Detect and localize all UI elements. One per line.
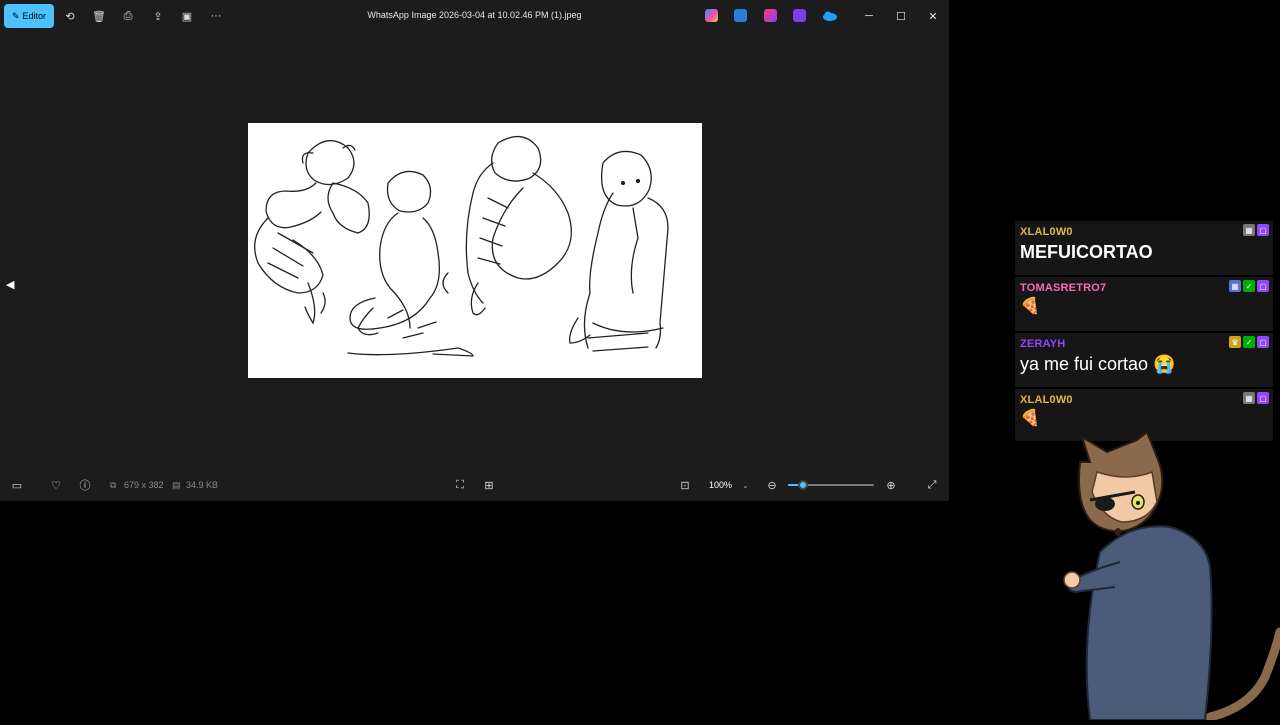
pizza-emote-icon: 🍕 — [1020, 298, 1040, 315]
rotate-icon[interactable]: ⟲ — [62, 8, 78, 24]
window-title: WhatsApp Image 2026-03-04 at 10.02.46 PM… — [367, 10, 582, 20]
maximize-button[interactable]: ☐ — [890, 6, 912, 26]
zoom-out-icon[interactable]: ⊖ — [764, 477, 780, 493]
moderator-badge-icon: ✓ — [1243, 280, 1255, 292]
user-badges: ▦ ▢ — [1243, 224, 1269, 236]
sub-badge-icon: ▦ — [1243, 224, 1255, 236]
close-button[interactable]: ✕ — [922, 6, 944, 26]
chat-message: TOMASRETRO7 ▦ ✓ ▢ 🍕 — [1015, 277, 1273, 331]
sub-badge-icon: ▦ — [1243, 392, 1255, 404]
user-badges: ▦ ▢ — [1243, 392, 1269, 404]
chat-username: XLAL0W0 — [1020, 394, 1073, 406]
onedrive-icon[interactable] — [822, 9, 837, 22]
chat-message-text: ya me fui cortao 😭 — [1020, 354, 1176, 374]
image-dimensions: 679 x 382 — [124, 480, 164, 490]
slideshow-icon[interactable]: ▣ — [179, 8, 195, 24]
file-size: 34.9 KB — [186, 480, 219, 490]
twitch-badge-icon: ▢ — [1257, 280, 1269, 292]
more-options-icon[interactable]: ··· — [208, 8, 224, 24]
moderator-badge-icon: ✓ — [1243, 336, 1255, 348]
zoom-level: 100% — [709, 480, 733, 490]
file-size-icon: ▤ — [172, 480, 181, 490]
chat-username: XLAL0W0 — [1020, 226, 1073, 238]
streamer-avatar — [1060, 430, 1280, 722]
fullscreen-icon[interactable]: ⤢ — [924, 477, 940, 493]
twitch-badge-icon: ▢ — [1257, 336, 1269, 348]
title-bar: ✎ Editor ⟲ 🗑 ⎙ ⇪ ▣ ··· WhatsApp Image 20… — [0, 0, 949, 32]
share-icon[interactable]: ⇪ — [150, 8, 166, 24]
minimize-button[interactable]: ─ — [858, 6, 880, 26]
sub-badge-icon: ▦ — [1229, 280, 1241, 292]
user-badges: ♛ ✓ ▢ — [1229, 336, 1269, 348]
fit-to-window-icon[interactable]: ⛶ — [452, 477, 468, 493]
print-icon[interactable]: ⎙ — [120, 8, 136, 24]
chat-message: ZERAYH ♛ ✓ ▢ ya me fui cortao 😭 — [1015, 333, 1273, 387]
pizza-emote-icon: 🍕 — [1020, 410, 1040, 427]
user-badges: ▦ ✓ ▢ — [1229, 280, 1269, 292]
crop-icon[interactable]: ⊞ — [481, 477, 497, 493]
zoom-level-dropdown[interactable]: 100% ⌄ — [703, 476, 755, 494]
previous-image-arrow[interactable]: ◀ — [6, 278, 16, 294]
chat-message: XLAL0W0 ▦ ▢ MEFUICORTAO — [1015, 221, 1273, 275]
favorite-heart-icon[interactable]: ♡ — [48, 477, 64, 493]
editor-button[interactable]: ✎ Editor — [4, 4, 54, 28]
clipchamp-icon[interactable] — [764, 9, 777, 22]
delete-icon[interactable]: 🗑 — [91, 8, 107, 24]
status-bar: ▭ ♡ ⓘ ⧉ 679 x 382 ▤ 34.9 KB ⛶ ⊞ ⊡ 100% ⌄… — [0, 469, 949, 501]
chat-message-text: MEFUICORTAO — [1020, 242, 1153, 262]
dimensions-icon: ⧉ — [110, 480, 117, 490]
editor-label: Editor — [22, 11, 47, 21]
crown-badge-icon: ♛ — [1229, 336, 1241, 348]
actual-size-icon[interactable]: ⊡ — [677, 477, 693, 493]
chevron-down-icon: ⌄ — [742, 480, 749, 490]
file-info-icon[interactable]: ⓘ — [77, 477, 93, 493]
twitch-badge-icon: ▢ — [1257, 224, 1269, 236]
photo-viewer-window: ✎ Editor ⟲ 🗑 ⎙ ⇪ ▣ ··· WhatsApp Image 20… — [0, 0, 949, 501]
stream-chat-overlay: XLAL0W0 ▦ ▢ MEFUICORTAO TOMASRETRO7 ▦ ✓ … — [1015, 221, 1273, 443]
edit-icon: ✎ — [11, 10, 20, 21]
zoom-in-icon[interactable]: ⊕ — [883, 477, 899, 493]
twitch-badge-icon: ▢ — [1257, 392, 1269, 404]
zoom-slider[interactable] — [788, 480, 874, 490]
filmstrip-icon[interactable]: ▭ — [9, 477, 25, 493]
sketch-image — [248, 123, 702, 378]
zoom-slider-thumb[interactable] — [798, 480, 808, 490]
copilot-icon[interactable] — [705, 9, 718, 22]
designer-icon[interactable] — [734, 9, 747, 22]
video-editor-icon[interactable] — [793, 9, 806, 22]
